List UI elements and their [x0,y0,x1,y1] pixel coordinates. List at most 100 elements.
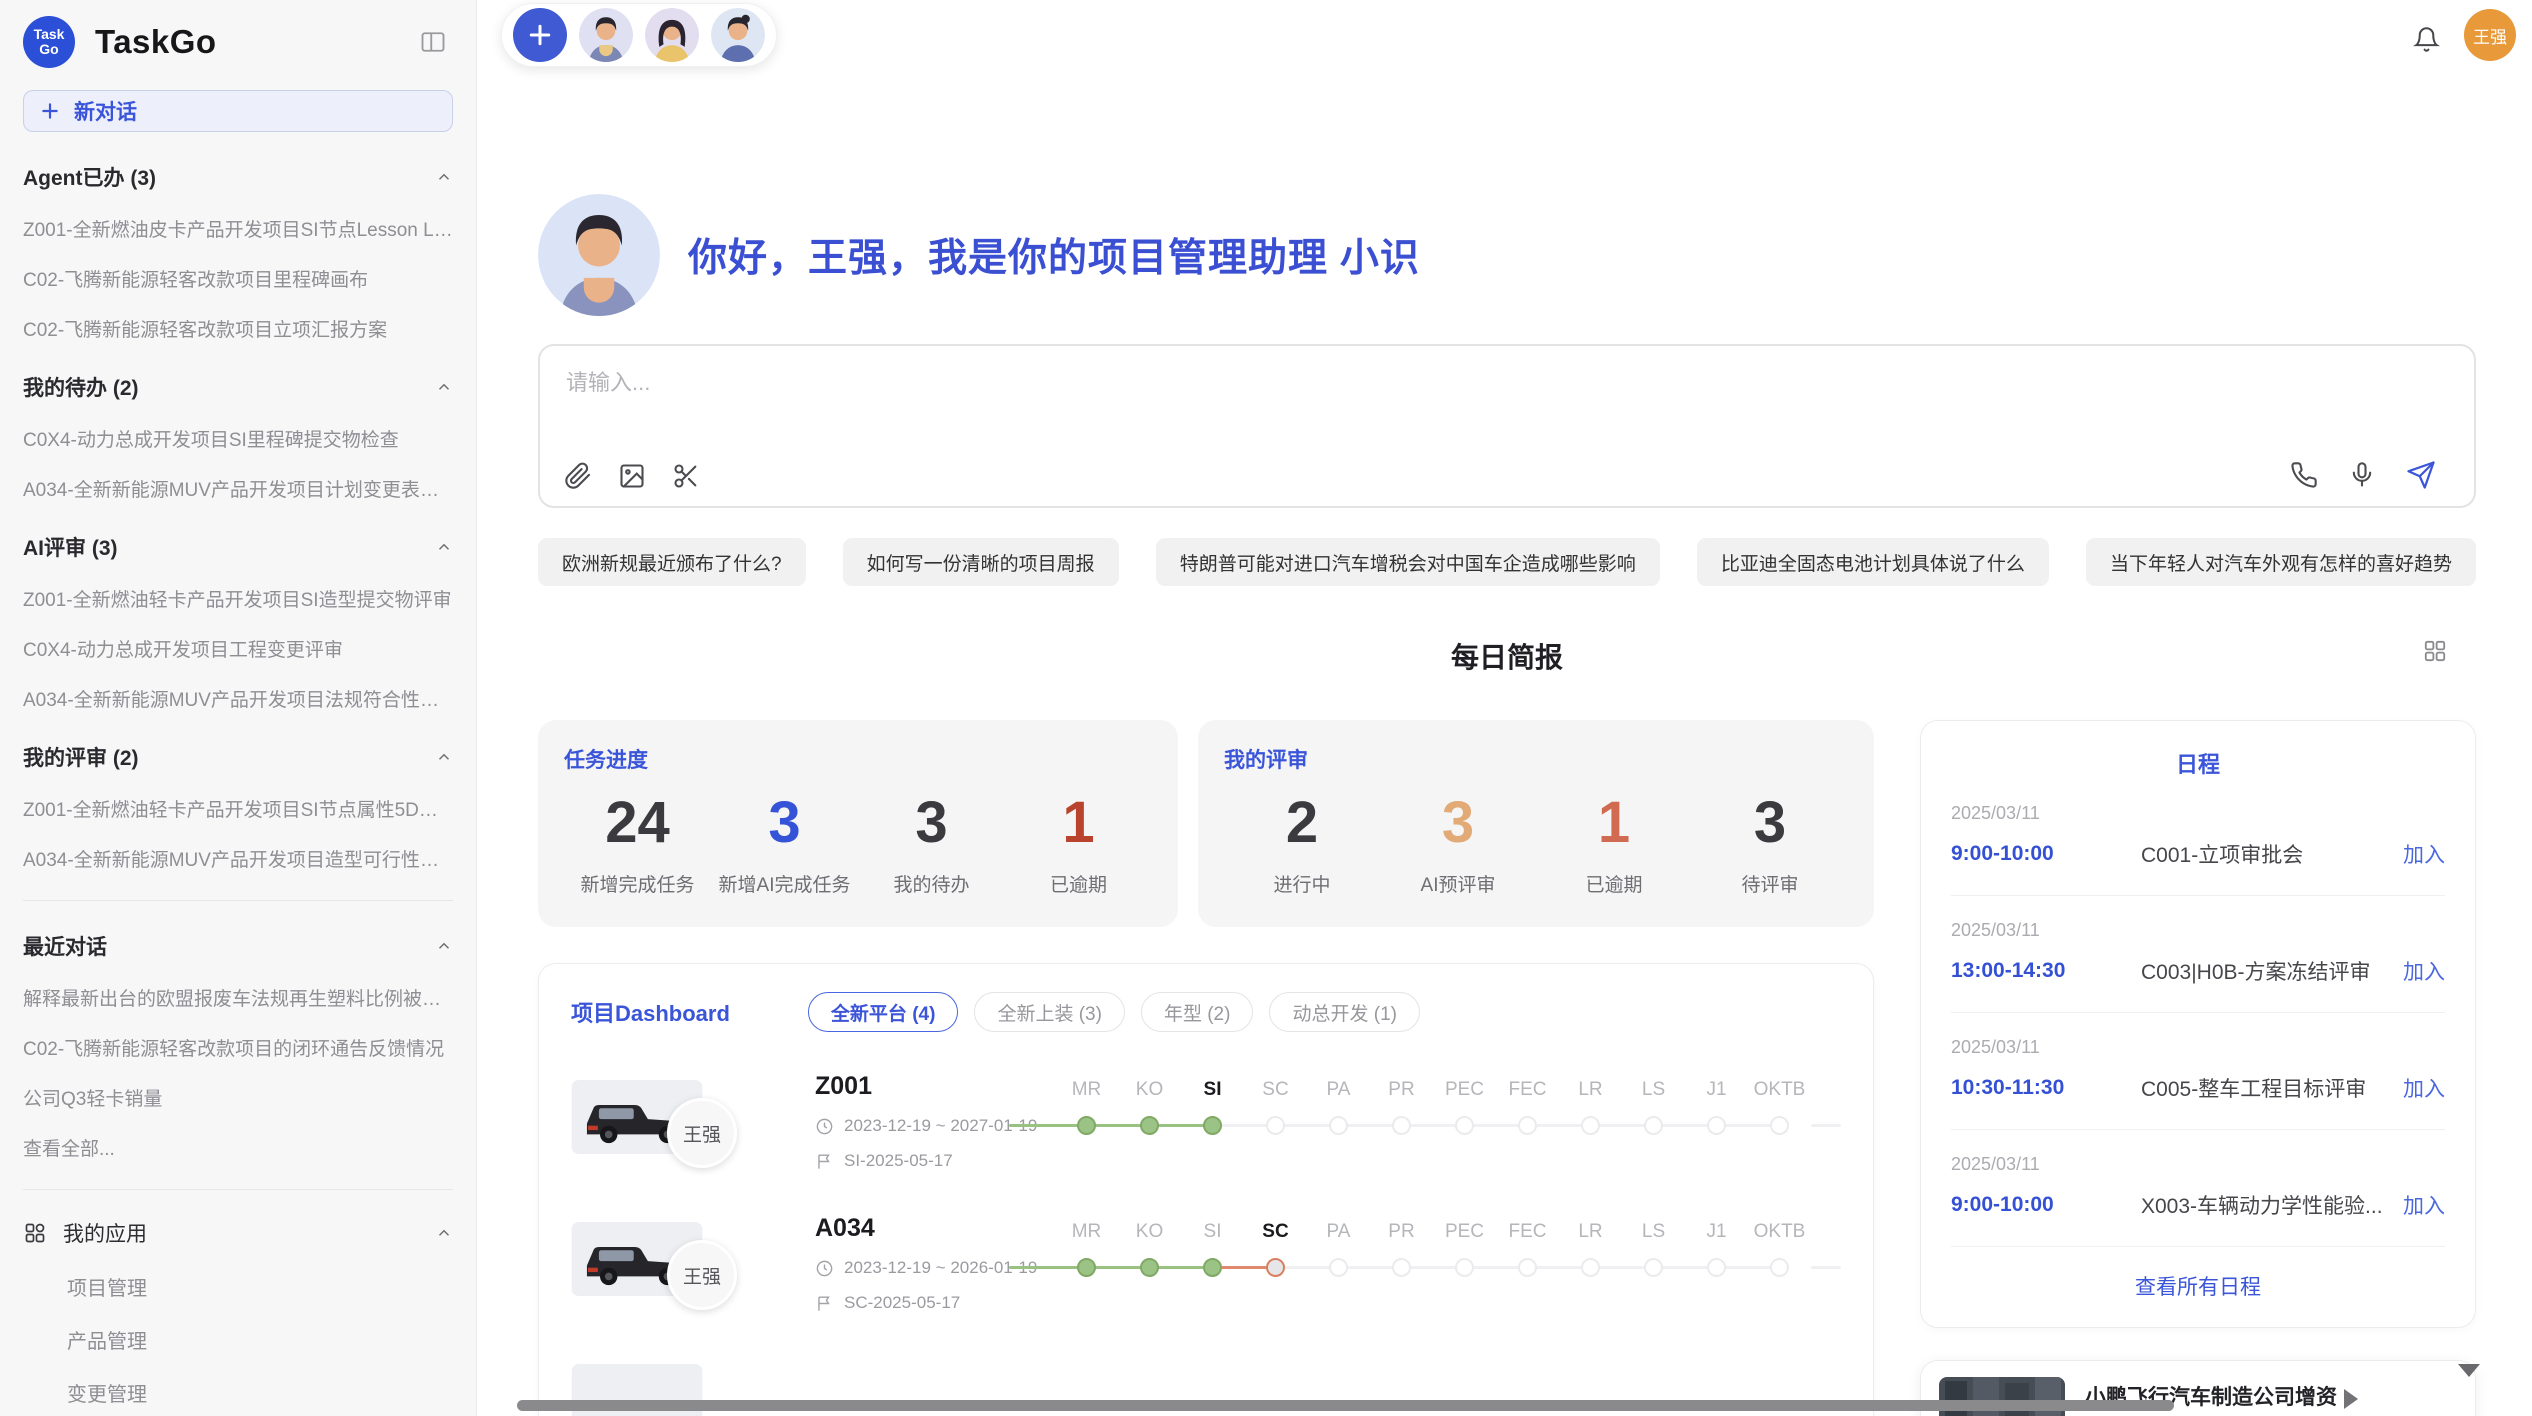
milestone-label: MR [1072,1078,1102,1102]
scissors-icon [672,462,700,490]
suggestion-chips: 欧洲新规最近颁布了什么? 如何写一份清晰的项目周报 特朗普可能对进口汽车增税会对… [538,538,2476,586]
sidebar-item-project-mgmt[interactable]: 项目管理 [67,1272,453,1301]
suggestion-chip[interactable]: 比亚迪全固态电池计划具体说了什么 [1697,538,2049,586]
milestone-label: FEC [1509,1220,1547,1244]
tab-powertrain[interactable]: 动总开发 (1) [1269,992,1420,1032]
suggestion-chip[interactable]: 当下年轻人对汽车外观有怎样的喜好趋势 [2086,538,2476,586]
section-header-ai-review[interactable]: AI评审 (3) [23,532,453,562]
tab-new-body[interactable]: 全新上装 (3) [974,992,1125,1032]
voice-call-button[interactable] [2290,461,2318,489]
sidebar-item-my-apps[interactable]: 我的应用 [23,1218,453,1248]
list-item[interactable]: C0X4-动力总成开发项目SI里程碑提交物检查 [23,425,453,452]
milestone-dot [1455,1258,1474,1277]
stat-value: 1 [1005,790,1152,856]
project-row[interactable]: 王强 A034 2023-12-19 ~ 2026-01-19 [571,1212,1841,1316]
section-title: Agent已办 (3) [23,162,156,192]
list-item[interactable]: C02-飞腾新能源轻客改款项目里程碑画布 [23,265,453,292]
list-item[interactable]: 解释最新出台的欧盟报废车法规再生塑料比例被调至15%... [23,984,453,1011]
join-meeting-link[interactable]: 加入 [2403,839,2445,869]
join-meeting-link[interactable]: 加入 [2403,1190,2445,1220]
new-chat-label: 新对话 [74,96,137,126]
list-item[interactable]: Z001-全新燃油轻卡产品开发项目SI节点属性5D文件评审 [23,795,453,822]
project-row[interactable]: 王强 Z001 2023-12-19 ~ 2027-01-19 [571,1070,1841,1174]
milestone-dot [1581,1258,1600,1277]
list-item[interactable]: C02-飞腾新能源轻客改款项目立项汇报方案 [23,315,453,342]
scroll-right-arrow[interactable] [2344,1389,2358,1409]
view-all-chats[interactable]: 查看全部... [23,1134,453,1161]
sidebar-item-change-mgmt[interactable]: 变更管理 [67,1378,453,1407]
section-header-agent-done[interactable]: Agent已办 (3) [23,162,453,192]
milestone-label: J1 [1706,1078,1726,1102]
apps-grid-icon [23,1221,47,1245]
mic-icon [2348,461,2376,489]
stat-new-ai-done: 3 新增AI完成任务 [711,790,858,897]
join-meeting-link[interactable]: 加入 [2403,956,2445,986]
daily-briefing-header: 每日简报 [538,636,2476,676]
divider [23,900,453,901]
milestone-chain: MRKOSISCPAPRPECFECLRLSJ1OKTB [1047,1078,1841,1135]
view-all-schedule-link[interactable]: 查看所有日程 [1921,1247,2475,1327]
sidebar-item-product-mgmt[interactable]: 产品管理 [67,1325,453,1354]
stats-row: 任务进度 24 新增完成任务 3 新增AI完成任务 [538,720,1874,927]
project-dashboard-card: 项目Dashboard 全新平台 (4) 全新上装 (3) 年型 (2) 动总开… [538,963,1874,1416]
section-header-recent-chats[interactable]: 最近对话 [23,931,453,961]
tab-new-platform[interactable]: 全新平台 (4) [808,992,959,1032]
screenshot-button[interactable] [672,462,700,490]
milestone-label: SC [1262,1078,1288,1102]
avatar[interactable] [579,8,633,62]
scroll-down-arrow[interactable] [2458,1364,2480,1377]
add-session-button[interactable] [513,8,567,62]
list-item[interactable]: A034-全新新能源MUV产品开发项目造型可行性评审 [23,845,453,872]
send-button[interactable] [2406,460,2436,490]
new-chat-button[interactable]: 新对话 [23,90,453,132]
milestone-dot [1140,1258,1159,1277]
layout-grid-icon [2422,638,2448,664]
composer-input[interactable] [566,370,2440,396]
section-header-my-review[interactable]: 我的评审 (2) [23,742,453,772]
milestone-label: LS [1642,1220,1665,1244]
card-title: 任务进度 [564,744,1152,774]
suggestion-chip[interactable]: 如何写一份清晰的项目周报 [843,538,1119,586]
suggestion-chip[interactable]: 欧洲新规最近颁布了什么? [538,538,806,586]
suggestion-chip[interactable]: 特朗普可能对进口汽车增税会对中国车企造成哪些影响 [1156,538,1660,586]
section-header-my-todo[interactable]: 我的待办 (2) [23,372,453,402]
horizontal-scrollbar[interactable] [517,1400,2174,1411]
avatar[interactable] [645,8,699,62]
stat-label: 已逾期 [1005,870,1152,897]
dashboard-tabs: 全新平台 (4) 全新上装 (3) 年型 (2) 动总开发 (1) [808,992,1420,1032]
milestone-label: KO [1136,1078,1163,1102]
event-time: 10:30-11:30 [1951,1076,2141,1100]
list-item[interactable]: C02-飞腾新能源轻客改款项目的闭环通告反馈情况 [23,1034,453,1061]
milestone-dot [1518,1116,1537,1135]
logo-line2: Go [39,42,58,57]
stat-pending-review: 3 待评审 [1692,790,1848,897]
dashboard-title: 项目Dashboard [571,996,730,1028]
tab-year-model[interactable]: 年型 (2) [1141,992,1254,1032]
join-meeting-link[interactable]: 加入 [2403,1073,2445,1103]
milestone-oktb: OKTB [1748,1078,1811,1135]
owner-name: 王强 [683,1262,721,1289]
event-time: 13:00-14:30 [1951,959,2141,983]
insert-image-button[interactable] [618,462,646,490]
stat-label: 已逾期 [1536,870,1692,897]
layout-settings-button[interactable] [2422,638,2448,667]
list-item[interactable]: 公司Q3轻卡销量 [23,1084,453,1111]
list-item[interactable]: A034-全新新能源MUV产品开发项目法规符合性评审 [23,685,453,712]
milestone-dot [1266,1116,1285,1135]
schedule-event: 2025/03/11 9:00-10:00 C001-立项审批会 加入 [1951,779,2445,896]
list-item[interactable]: A034-全新新能源MUV产品开发项目计划变更表编写 [23,475,453,502]
list-item[interactable]: C0X4-动力总成开发项目工程变更评审 [23,635,453,662]
attach-file-button[interactable] [564,462,592,490]
stat-label: AI预评审 [1380,870,1536,897]
list-item[interactable]: Z001-全新燃油轻卡产品开发项目SI造型提交物评审 [23,585,453,612]
sidebar-item-label: 我的应用 [63,1218,147,1248]
briefing-right-column: 日程 2025/03/11 9:00-10:00 C001-立项审批会 加入 2… [1920,720,2476,1416]
section-title: 我的待办 (2) [23,372,139,402]
collapse-sidebar-button[interactable] [419,28,447,59]
list-item[interactable]: Z001-全新燃油皮卡产品开发项目SI节点Lesson Learn报告 [23,215,453,242]
composer-right-tools [2290,460,2436,490]
milestone-dot [1707,1116,1726,1135]
avatar[interactable] [711,8,765,62]
voice-input-button[interactable] [2348,461,2376,489]
card-title: 我的评审 [1224,744,1848,774]
